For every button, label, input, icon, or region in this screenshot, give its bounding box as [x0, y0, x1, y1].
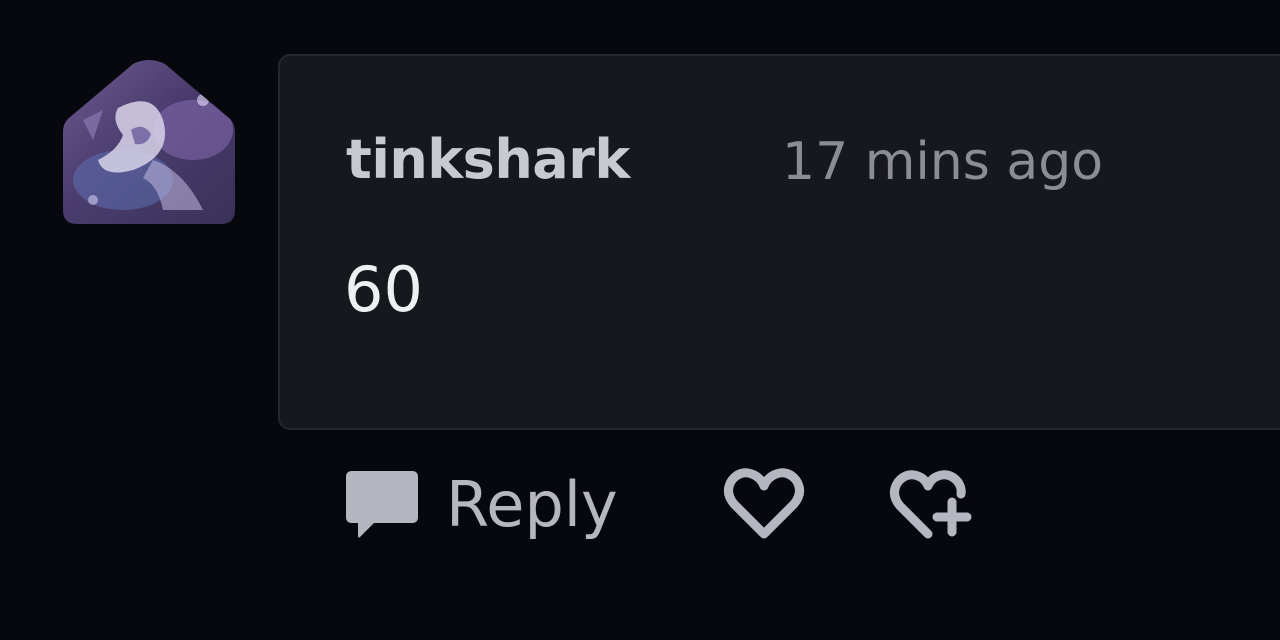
- heart-plus-icon: [890, 470, 972, 539]
- comment-timestamp[interactable]: 17 mins ago: [782, 126, 1103, 198]
- award-button[interactable]: [888, 462, 980, 548]
- avatar-image: [63, 60, 235, 224]
- commenter-avatar[interactable]: [63, 60, 235, 224]
- reply-label: Reply: [446, 468, 618, 541]
- reply-button[interactable]: Reply: [344, 460, 618, 550]
- like-button[interactable]: [722, 464, 806, 544]
- speech-bubble-icon: [344, 469, 420, 541]
- comment-body: 60: [344, 253, 423, 326]
- heart-icon: [724, 468, 804, 539]
- comment-card: [278, 54, 1280, 430]
- comment-username[interactable]: tinkshark: [346, 124, 630, 196]
